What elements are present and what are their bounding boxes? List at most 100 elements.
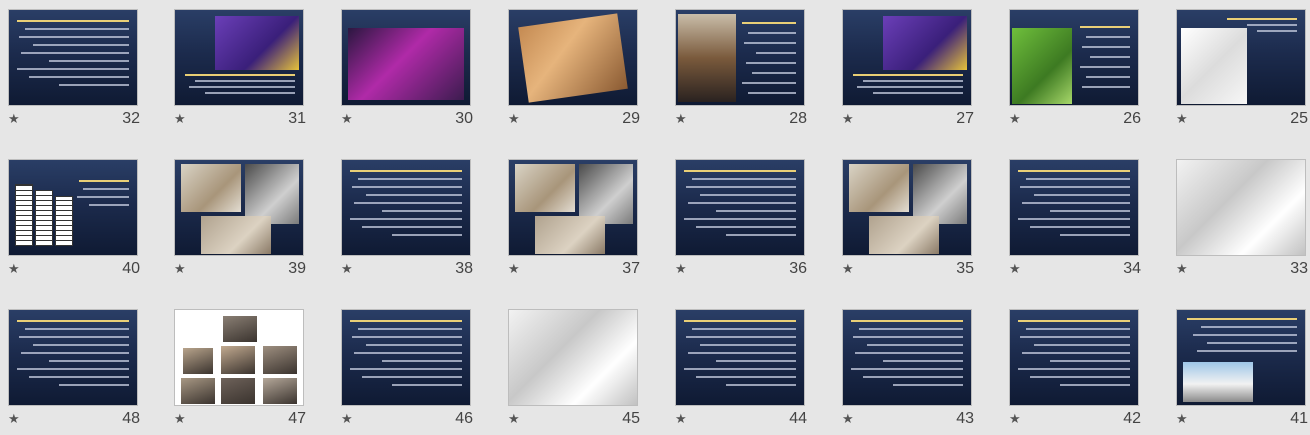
star-icon[interactable]: ★ <box>508 112 520 126</box>
slide-preview[interactable] <box>1009 309 1139 406</box>
slide-thumbnail[interactable]: ★ 48 <box>8 309 140 434</box>
slide-preview[interactable] <box>508 159 638 256</box>
slide-thumbnail[interactable]: ★ 41 <box>1176 309 1308 434</box>
star-icon[interactable]: ★ <box>1009 412 1021 426</box>
star-icon[interactable]: ★ <box>508 262 520 276</box>
text-line <box>352 336 462 338</box>
slide-preview[interactable] <box>1009 159 1139 256</box>
text-line <box>1022 352 1130 354</box>
star-icon[interactable]: ★ <box>1009 112 1021 126</box>
star-icon[interactable]: ★ <box>842 262 854 276</box>
slide-thumbnail[interactable]: ★ 38 <box>341 159 473 284</box>
slide-number: 35 <box>956 260 974 277</box>
slide-preview[interactable] <box>675 9 805 106</box>
slide-thumbnail[interactable]: ★ 35 <box>842 159 974 284</box>
text-line <box>1193 334 1297 336</box>
text-line <box>726 234 796 236</box>
text-line <box>1086 36 1130 38</box>
slide-preview[interactable] <box>174 309 304 406</box>
star-icon[interactable]: ★ <box>8 412 20 426</box>
slide-thumbnail[interactable]: ★ 40 <box>8 159 140 284</box>
slide-preview[interactable] <box>8 9 138 106</box>
text-line <box>742 82 796 84</box>
slide-thumbnail[interactable]: ★ 36 <box>675 159 807 284</box>
slide-preview[interactable] <box>8 159 138 256</box>
slide-thumbnail[interactable]: ★ 32 <box>8 9 140 134</box>
slide-preview[interactable] <box>842 309 972 406</box>
slide-preview[interactable] <box>675 159 805 256</box>
slide-thumbnail[interactable]: ★ 26 <box>1009 9 1141 134</box>
star-icon[interactable]: ★ <box>1009 262 1021 276</box>
slide-thumbnail[interactable]: ★ 44 <box>675 309 807 434</box>
slide-preview[interactable] <box>1176 159 1306 256</box>
slide-preview[interactable] <box>174 9 304 106</box>
slide-preview[interactable] <box>341 9 471 106</box>
slide-preview[interactable] <box>1009 9 1139 106</box>
star-icon[interactable]: ★ <box>675 412 687 426</box>
star-icon[interactable]: ★ <box>1176 112 1188 126</box>
slide-thumbnail[interactable]: ★ 29 <box>508 9 640 134</box>
text-line <box>1090 56 1130 58</box>
slide-thumbnail[interactable]: ★ 25 <box>1176 9 1308 134</box>
star-icon[interactable]: ★ <box>508 412 520 426</box>
star-icon[interactable]: ★ <box>341 412 353 426</box>
slide-thumbnail[interactable]: ★ 33 <box>1176 159 1308 284</box>
slide-thumbnail[interactable]: ★ 30 <box>341 9 473 134</box>
star-icon[interactable]: ★ <box>842 112 854 126</box>
star-icon[interactable]: ★ <box>675 112 687 126</box>
slide-preview[interactable] <box>508 309 638 406</box>
text-line <box>1060 384 1130 386</box>
text-line <box>855 352 963 354</box>
slide-thumbnail[interactable]: ★ 27 <box>842 9 974 134</box>
slide-picture <box>181 378 215 404</box>
slide-thumbnail[interactable]: ★ 47 <box>174 309 306 434</box>
text-line <box>17 20 129 22</box>
slide-preview[interactable] <box>174 159 304 256</box>
slide-preview[interactable] <box>8 309 138 406</box>
star-icon[interactable]: ★ <box>174 412 186 426</box>
star-icon[interactable]: ★ <box>8 262 20 276</box>
star-icon[interactable]: ★ <box>341 112 353 126</box>
slide-thumbnail[interactable]: ★ 42 <box>1009 309 1141 434</box>
slide-preview[interactable] <box>508 9 638 106</box>
text-line <box>1020 336 1130 338</box>
slide-preview[interactable] <box>842 9 972 106</box>
slide-thumbnail[interactable]: ★ 31 <box>174 9 306 134</box>
slide-thumbnail[interactable]: ★ 46 <box>341 309 473 434</box>
star-icon[interactable]: ★ <box>1176 412 1188 426</box>
slide-number: 28 <box>789 110 807 127</box>
text-line <box>742 22 796 24</box>
slide-number: 36 <box>789 260 807 277</box>
text-line <box>1082 46 1130 48</box>
star-icon[interactable]: ★ <box>675 262 687 276</box>
slide-thumbnail[interactable]: ★ 43 <box>842 309 974 434</box>
star-icon[interactable]: ★ <box>842 412 854 426</box>
star-icon[interactable]: ★ <box>1176 262 1188 276</box>
slide-preview[interactable] <box>1176 9 1306 106</box>
slide-preview[interactable] <box>1176 309 1306 406</box>
text-line <box>1207 342 1297 344</box>
text-line <box>392 384 462 386</box>
star-icon[interactable]: ★ <box>8 112 20 126</box>
text-line <box>59 84 129 86</box>
slide-thumbnail[interactable]: ★ 45 <box>508 309 640 434</box>
star-icon[interactable]: ★ <box>174 262 186 276</box>
slide-number: 25 <box>1290 110 1308 127</box>
slide-preview[interactable] <box>341 159 471 256</box>
text-line <box>851 368 963 370</box>
slide-preview[interactable] <box>842 159 972 256</box>
slide-preview[interactable] <box>675 309 805 406</box>
text-line <box>354 352 462 354</box>
slide-number: 41 <box>1290 410 1308 427</box>
text-line <box>1050 210 1130 212</box>
star-icon[interactable]: ★ <box>341 262 353 276</box>
slide-number: 43 <box>956 410 974 427</box>
slide-thumbnail[interactable]: ★ 37 <box>508 159 640 284</box>
text-line <box>382 360 462 362</box>
star-icon[interactable]: ★ <box>174 112 186 126</box>
slide-preview[interactable] <box>341 309 471 406</box>
slide-picture <box>201 216 271 254</box>
slide-thumbnail[interactable]: ★ 39 <box>174 159 306 284</box>
slide-thumbnail[interactable]: ★ 34 <box>1009 159 1141 284</box>
slide-thumbnail[interactable]: ★ 28 <box>675 9 807 134</box>
